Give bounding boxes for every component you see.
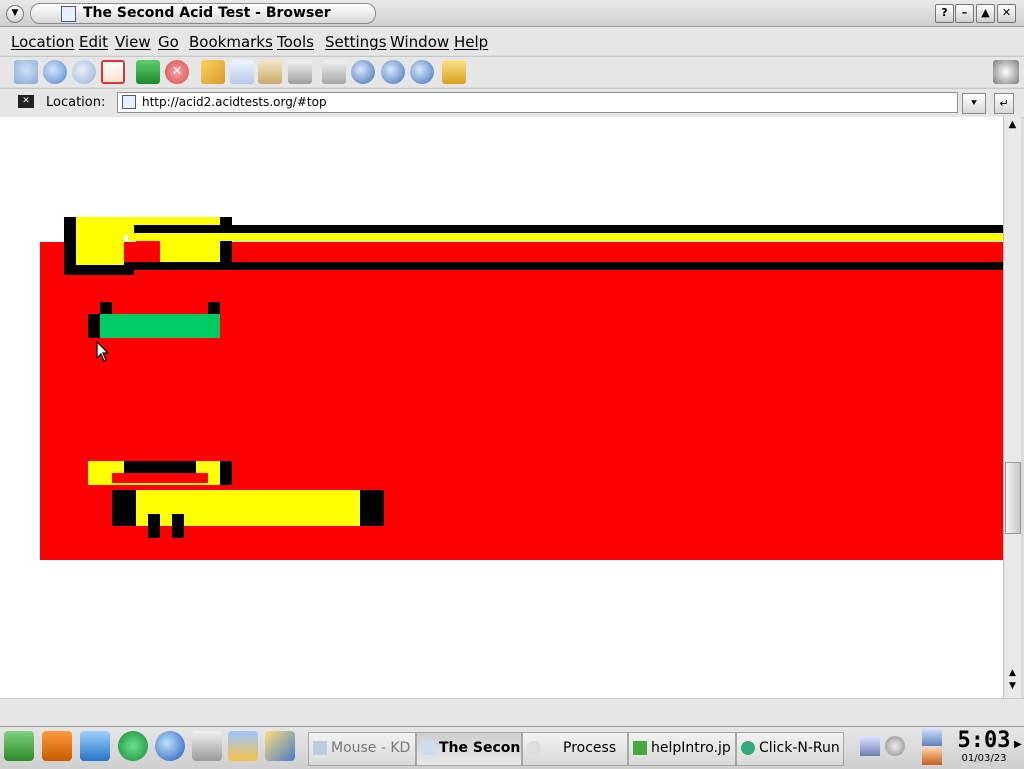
acid-chin-tooth-2 bbox=[172, 514, 184, 538]
taskbar-arrow-icon[interactable]: ▶ bbox=[1014, 739, 1024, 753]
zoom-in-icon[interactable] bbox=[351, 60, 375, 84]
app-icon bbox=[633, 741, 647, 755]
close-button[interactable]: ✕ bbox=[997, 4, 1016, 23]
tray-globe-icon[interactable] bbox=[885, 736, 905, 756]
acid-black-nose-side bbox=[88, 314, 100, 338]
acid-chin-black-left bbox=[112, 490, 136, 526]
back-icon[interactable] bbox=[43, 60, 67, 84]
task-mouse[interactable]: Mouse - KD bbox=[308, 732, 416, 766]
acid-red-inner bbox=[136, 241, 160, 263]
volume-icon[interactable] bbox=[860, 736, 880, 756]
help-button[interactable]: ? bbox=[935, 4, 954, 23]
app-icon bbox=[421, 741, 435, 755]
acid-black-nose-right bbox=[208, 302, 220, 314]
scroll-up-arrow-icon[interactable]: ▲ bbox=[1005, 119, 1020, 133]
status-strip bbox=[0, 698, 1024, 727]
security-lock-icon[interactable] bbox=[442, 60, 466, 84]
menu-window[interactable]: Window bbox=[390, 33, 449, 51]
favicon-icon bbox=[122, 95, 136, 109]
app-icon bbox=[313, 741, 327, 755]
pen-icon[interactable] bbox=[265, 731, 295, 761]
menu-go[interactable]: Go bbox=[158, 33, 179, 51]
acid-mouth-red-inner bbox=[112, 473, 208, 483]
clock-date: 01/03/23 bbox=[961, 753, 1007, 764]
logout-icon[interactable] bbox=[922, 748, 942, 765]
menu-view[interactable]: View bbox=[115, 33, 151, 51]
scroll-down-arrows-icon[interactable]: ▲ ▼ bbox=[1005, 667, 1020, 695]
window-title-pill: The Second Acid Test - Browser bbox=[30, 3, 376, 24]
menu-settings[interactable]: Settings bbox=[325, 33, 387, 51]
document-icon bbox=[61, 6, 76, 22]
scroll-thumb[interactable] bbox=[1005, 462, 1021, 534]
acid-mouth-black-lip bbox=[124, 461, 196, 473]
vertical-scrollbar[interactable]: ▲ ▲ ▼ bbox=[1003, 117, 1021, 698]
kde-menu-icon[interactable] bbox=[4, 731, 34, 761]
acid-stripe-yellow bbox=[128, 233, 1003, 241]
location-bar: ✕ Location: http://acid2.acidtests.org/#… bbox=[0, 88, 1024, 118]
drawers-icon[interactable] bbox=[192, 731, 222, 761]
reload-icon[interactable] bbox=[136, 60, 160, 84]
cube-icon[interactable] bbox=[80, 731, 110, 761]
acid-yellow-block-inner bbox=[160, 241, 220, 263]
print-frame-icon[interactable] bbox=[322, 60, 346, 84]
app-icon bbox=[741, 741, 755, 755]
task-helpintro[interactable]: helpIntro.jp bbox=[628, 732, 736, 766]
menu-help[interactable]: Help bbox=[454, 33, 488, 51]
app-icon bbox=[527, 741, 541, 755]
clock[interactable]: 5:03 01/03/23 bbox=[955, 729, 1013, 767]
clock-time: 5:03 bbox=[957, 728, 1011, 753]
page-viewport[interactable] bbox=[0, 117, 1003, 698]
copy-icon[interactable] bbox=[230, 60, 254, 84]
clear-location-icon[interactable]: ✕ bbox=[18, 95, 34, 108]
cut-icon[interactable] bbox=[201, 60, 225, 84]
acid-green-bar bbox=[100, 314, 220, 338]
lock-screen-icon[interactable] bbox=[922, 729, 942, 746]
url-history-dropdown-icon[interactable]: ⯆ bbox=[962, 93, 986, 114]
stop-icon[interactable]: ✕ bbox=[165, 60, 189, 84]
zoom-icon[interactable] bbox=[410, 60, 434, 84]
menu-bar: Location Edit View Go Bookmarks Tools Se… bbox=[0, 27, 1024, 55]
paste-icon[interactable] bbox=[258, 60, 282, 84]
task-click-n-run[interactable]: Click-N-Run bbox=[736, 732, 844, 766]
menu-bookmarks[interactable]: Bookmarks bbox=[189, 33, 273, 51]
home-icon[interactable] bbox=[101, 60, 125, 84]
acid-yellow-block-left bbox=[76, 217, 124, 265]
acid-chin-yellow bbox=[136, 490, 360, 526]
location-label: Location: bbox=[46, 95, 106, 110]
acid-chin-tooth-1 bbox=[148, 514, 160, 538]
person-icon[interactable] bbox=[228, 731, 258, 761]
globe-icon[interactable] bbox=[155, 731, 185, 761]
acid-stripe-black-bottom bbox=[124, 262, 1003, 270]
url-input[interactable]: http://acid2.acidtests.org/#top bbox=[117, 92, 958, 113]
task-process[interactable]: Process bbox=[522, 732, 628, 766]
main-toolbar: ✕ bbox=[0, 56, 1024, 87]
taskbar: Mouse - KD The Secon Process helpIntro.j… bbox=[0, 726, 1024, 769]
minimize-button[interactable]: – bbox=[955, 4, 974, 23]
go-icon[interactable]: ↵ bbox=[994, 93, 1014, 114]
menu-edit[interactable]: Edit bbox=[79, 33, 108, 51]
url-text: http://acid2.acidtests.org/#top bbox=[142, 95, 327, 109]
print-icon[interactable] bbox=[288, 60, 312, 84]
up-icon[interactable] bbox=[14, 60, 38, 84]
mouse-cursor-icon bbox=[96, 341, 110, 362]
window-title: The Second Acid Test - Browser bbox=[83, 5, 331, 21]
maximize-button[interactable]: ▲ bbox=[976, 4, 995, 23]
title-bar: ▼ The Second Acid Test - Browser ? – ▲ ✕ bbox=[0, 0, 1024, 27]
acid-black-nose-left bbox=[100, 302, 112, 314]
acid-stripe-black-top bbox=[134, 225, 1003, 233]
window-menu-button[interactable]: ▼ bbox=[6, 5, 24, 23]
runner-icon[interactable] bbox=[118, 731, 148, 761]
forward-icon[interactable] bbox=[72, 60, 96, 84]
zoom-out-icon[interactable] bbox=[381, 60, 405, 84]
acid-mouth-black-right bbox=[220, 461, 232, 485]
throbber-gear-icon bbox=[993, 60, 1019, 84]
menu-tools[interactable]: Tools bbox=[277, 33, 314, 51]
lifesaver-icon[interactable] bbox=[42, 731, 72, 761]
task-browser[interactable]: The Secon bbox=[416, 732, 522, 766]
acid-chin-black-right bbox=[360, 490, 384, 526]
menu-location[interactable]: Location bbox=[11, 33, 74, 51]
